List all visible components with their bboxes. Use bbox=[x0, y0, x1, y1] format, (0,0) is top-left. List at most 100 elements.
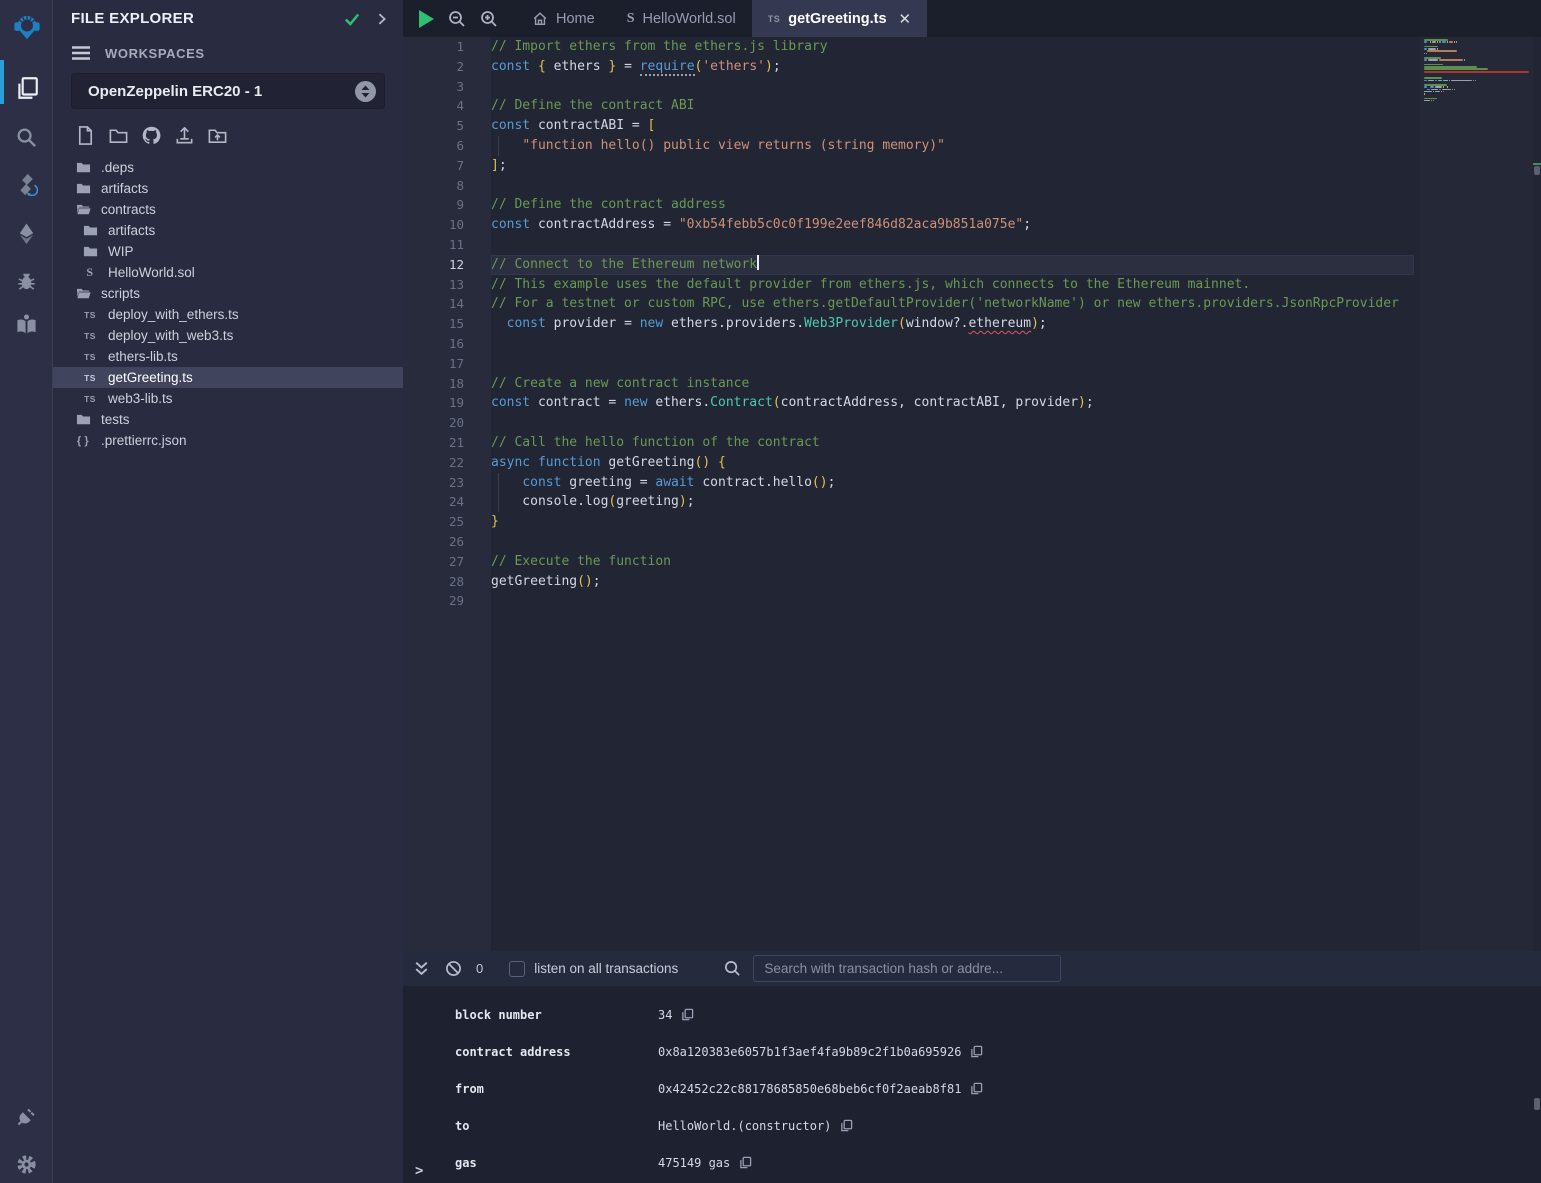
file-tree-item-scripts[interactable]: scripts bbox=[53, 283, 403, 304]
file-tree-item-deploy-with-ethers-ts[interactable]: TSdeploy_with_ethers.ts bbox=[53, 304, 403, 325]
file-tree-item-getgreeting-ts[interactable]: TSgetGreeting.ts bbox=[53, 367, 403, 388]
check-icon[interactable] bbox=[343, 10, 361, 28]
copy-icon[interactable] bbox=[840, 1119, 853, 1132]
listen-transactions-checkbox[interactable] bbox=[509, 961, 525, 977]
settings-icon[interactable] bbox=[0, 1142, 53, 1183]
workspace-select[interactable]: OpenZeppelin ERC20 - 1 bbox=[71, 73, 385, 109]
transaction-detail-row: gas475149 gas bbox=[455, 1144, 1541, 1181]
minimap[interactable] bbox=[1420, 37, 1533, 951]
minimap-line bbox=[1424, 59, 1465, 61]
code-line-23: const greeting = await contract.hello(); bbox=[491, 473, 1414, 493]
file-tree-item-wip[interactable]: WIP bbox=[53, 241, 403, 262]
line-number: 25 bbox=[403, 512, 491, 532]
file-tree-item-deploy-with-web3-ts[interactable]: TSdeploy_with_web3.ts bbox=[53, 325, 403, 346]
plugin-manager-icon[interactable] bbox=[0, 1094, 53, 1138]
file-explorer-icon[interactable] bbox=[0, 66, 53, 110]
transaction-detail-row: from0x42452c22c88178685850e68beb6cf0f2ae… bbox=[455, 1070, 1541, 1107]
text-cursor bbox=[757, 255, 759, 270]
code-line-10: const contractAddress = "0xb54febb5c0c0f… bbox=[491, 215, 1414, 235]
typescript-file-icon: TS bbox=[768, 14, 781, 24]
run-script-button[interactable] bbox=[419, 10, 434, 28]
line-number: 1 bbox=[403, 37, 491, 57]
copy-icon[interactable] bbox=[970, 1045, 983, 1058]
code-line-19: const contract = new ethers.Contract(con… bbox=[491, 393, 1414, 413]
line-number: 22 bbox=[403, 453, 491, 473]
terminal-prompt[interactable]: > bbox=[415, 1163, 423, 1179]
tab-helloworld-sol[interactable]: SHelloWorld.sol bbox=[611, 0, 752, 37]
transaction-detail-row: block number34 bbox=[455, 996, 1541, 1033]
detail-label: gas bbox=[455, 1156, 658, 1170]
code-line-4: // Define the contract ABI bbox=[491, 96, 1414, 116]
deploy-run-icon[interactable] bbox=[0, 211, 53, 255]
file-tree-item-tests[interactable]: tests bbox=[53, 409, 403, 430]
file-tree-item--deps[interactable]: .deps bbox=[53, 157, 403, 178]
code-line-22: async function getGreeting() { bbox=[491, 453, 1414, 473]
line-number: 4 bbox=[403, 96, 491, 116]
line-number: 27 bbox=[403, 552, 491, 572]
clear-console-icon[interactable] bbox=[445, 960, 462, 977]
learneth-icon[interactable] bbox=[0, 302, 53, 346]
line-number: 6 bbox=[403, 136, 491, 156]
copy-icon[interactable] bbox=[970, 1082, 983, 1095]
zoom-out-icon[interactable] bbox=[448, 10, 466, 28]
file-tree-item-contracts[interactable]: contracts bbox=[53, 199, 403, 220]
detail-value: 0x42452c22c88178685850e68beb6cf0f2aeab8f… bbox=[658, 1082, 961, 1096]
solidity-compiler-icon[interactable] bbox=[0, 162, 53, 206]
new-file-icon[interactable] bbox=[73, 123, 97, 147]
minimap-line bbox=[1424, 71, 1529, 73]
line-number: 26 bbox=[403, 532, 491, 552]
line-number: 16 bbox=[403, 334, 491, 354]
load-folder-icon[interactable] bbox=[205, 123, 229, 147]
workspaces-label: WORKSPACES bbox=[105, 46, 205, 61]
code-line-27: // Execute the function bbox=[491, 552, 1414, 572]
debugger-icon[interactable] bbox=[0, 258, 53, 302]
close-tab-icon[interactable]: ✕ bbox=[899, 10, 912, 28]
new-folder-icon[interactable] bbox=[106, 123, 130, 147]
file-explorer-toolbar bbox=[53, 109, 403, 153]
solidity-file-icon: S bbox=[627, 11, 635, 27]
upload-file-icon[interactable] bbox=[172, 123, 196, 147]
file-tree-item-artifacts[interactable]: artifacts bbox=[53, 220, 403, 241]
terminal-scrollbar-thumb[interactable] bbox=[1534, 1098, 1540, 1110]
copy-icon[interactable] bbox=[739, 1156, 752, 1169]
line-number: 14 bbox=[403, 294, 491, 314]
activity-bar bbox=[0, 0, 53, 1183]
terminal-output: block number34contract address0x8a120383… bbox=[403, 986, 1541, 1181]
expand-terminal-icon[interactable] bbox=[413, 960, 430, 977]
line-number: 3 bbox=[403, 77, 491, 97]
code-line-25: } bbox=[491, 512, 1414, 532]
file-tree-item-helloworld-sol[interactable]: SHelloWorld.sol bbox=[53, 262, 403, 283]
tab-home[interactable]: Home bbox=[516, 0, 611, 37]
transaction-count-badge: 0 bbox=[476, 961, 483, 976]
file-tree: .depsartifactscontractsartifactsWIPSHell… bbox=[53, 157, 403, 451]
file-tree-item-ethers-lib-ts[interactable]: TSethers-lib.ts bbox=[53, 346, 403, 367]
zoom-in-icon[interactable] bbox=[480, 10, 498, 28]
minimap-line bbox=[1424, 41, 1457, 43]
folder-open-icon bbox=[74, 286, 92, 301]
editor-overview-ruler bbox=[1533, 37, 1541, 951]
panel-title: FILE EXPLORER bbox=[71, 10, 343, 27]
detail-label: from bbox=[455, 1082, 658, 1096]
line-number: 2 bbox=[403, 57, 491, 77]
folder-icon bbox=[81, 244, 99, 259]
code-editor[interactable]: // Import ethers from the ethers.js libr… bbox=[491, 37, 1414, 951]
code-line-28: getGreeting(); bbox=[491, 572, 1414, 592]
ts-file-icon: TS bbox=[81, 310, 99, 320]
code-line-12: // Connect to the Ethereum network bbox=[491, 255, 1414, 275]
workspaces-menu-icon[interactable] bbox=[71, 45, 91, 61]
file-tree-item-artifacts[interactable]: artifacts bbox=[53, 178, 403, 199]
chevron-right-icon[interactable] bbox=[375, 12, 389, 26]
terminal-search-input[interactable] bbox=[753, 955, 1061, 982]
search-icon[interactable] bbox=[0, 115, 53, 159]
editor-scrollbar-thumb[interactable] bbox=[1534, 166, 1540, 175]
copy-icon[interactable] bbox=[681, 1008, 694, 1021]
code-line-1: // Import ethers from the ethers.js libr… bbox=[491, 37, 1414, 57]
code-line-11 bbox=[491, 235, 1414, 255]
remix-logo-icon[interactable] bbox=[0, 5, 53, 49]
file-tree-item--prettierrc-json[interactable]: { }.prettierrc.json bbox=[53, 430, 403, 451]
github-icon[interactable] bbox=[139, 123, 163, 147]
tab-getgreeting-ts[interactable]: TSgetGreeting.ts✕ bbox=[752, 0, 927, 37]
line-number: 5 bbox=[403, 116, 491, 136]
folder-icon bbox=[74, 181, 92, 196]
file-tree-item-web3-lib-ts[interactable]: TSweb3-lib.ts bbox=[53, 388, 403, 409]
